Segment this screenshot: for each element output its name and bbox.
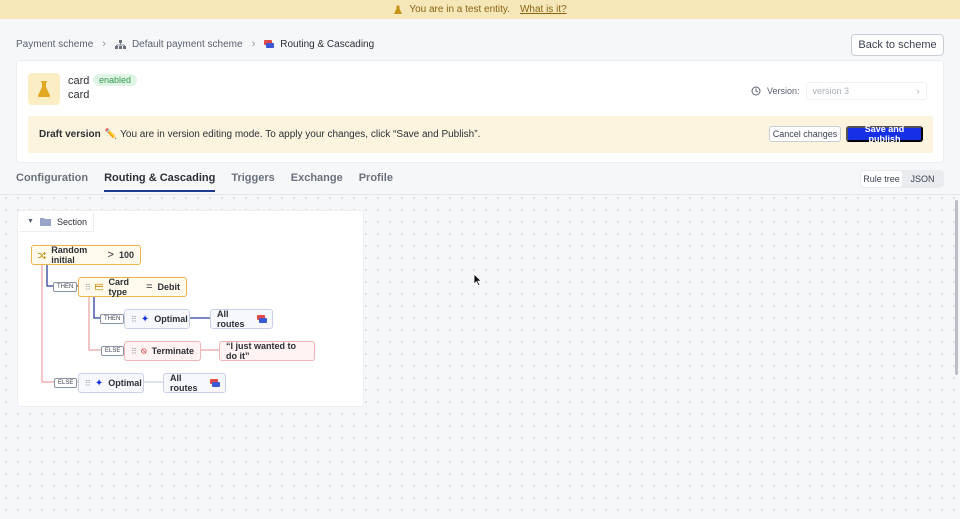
strategy-label: Optimal — [108, 378, 142, 388]
banner-text: You are in a test entity. — [409, 4, 510, 15]
breadcrumb-payment-scheme[interactable]: Payment scheme — [16, 39, 93, 50]
drag-handle-icon[interactable]: ⠿ — [85, 283, 91, 292]
then-tag: THEN — [53, 282, 78, 292]
routes-icon — [264, 40, 275, 48]
draft-message: You are in version editing mode. To appl… — [120, 129, 481, 140]
rule-tree-toggle[interactable]: Rule tree — [861, 171, 902, 187]
drag-handle-icon[interactable]: ⠿ — [131, 347, 137, 356]
strategy-label: Terminate — [151, 346, 194, 356]
version-picker: Version: version 3 › — [751, 82, 927, 100]
routes-label: All routes — [217, 309, 245, 329]
flask-icon — [28, 73, 60, 105]
rule-label: Card type — [108, 277, 129, 297]
scheme-subtitle: card — [68, 89, 90, 101]
chevron-right-icon: › — [102, 38, 106, 50]
tab-profile[interactable]: Profile — [359, 172, 393, 192]
tab-bar: Configuration Routing & Cascading Trigge… — [16, 172, 409, 192]
scrollbar[interactable] — [955, 200, 958, 375]
json-toggle[interactable]: JSON — [902, 171, 943, 187]
routes-label: All routes — [170, 373, 198, 393]
tab-triggers[interactable]: Triggers — [231, 172, 274, 192]
strategy-label: Optimal — [154, 314, 188, 324]
flask-icon — [394, 5, 403, 14]
folder-icon — [39, 218, 51, 226]
chevron-right-icon: › — [916, 86, 920, 96]
routes-icon — [210, 379, 220, 387]
what-is-it-link[interactable]: What is it? — [520, 4, 567, 15]
terminate-message-node[interactable]: “I just wanted to do it” — [219, 341, 315, 361]
drag-handle-icon[interactable]: ⠿ — [131, 315, 137, 324]
strategy-node-optimal[interactable]: ⠿ ✦ Optimal — [124, 309, 190, 329]
draft-title: Draft version — [39, 129, 101, 140]
mouse-cursor-icon — [473, 273, 483, 287]
back-to-scheme-button[interactable]: Back to scheme — [851, 34, 944, 56]
history-icon — [751, 86, 761, 96]
sparkle-icon: ✦ — [94, 377, 104, 389]
view-toggle: Rule tree JSON — [860, 170, 944, 188]
rule-value: Debit — [157, 282, 181, 292]
rule-label: Random initial — [51, 245, 88, 265]
rule-node-card-type[interactable]: ⠿ Card type = Debit — [78, 277, 187, 297]
card-icon — [94, 283, 104, 291]
operator-icon: = — [146, 281, 153, 293]
divider — [0, 194, 960, 195]
save-and-publish-button[interactable]: Save and publish — [846, 124, 923, 144]
else-tag: ELSE — [101, 346, 125, 356]
breadcrumb: Payment scheme › Default payment scheme … — [16, 38, 374, 50]
drag-handle-icon[interactable]: ⠿ — [85, 379, 91, 388]
operator-icon: > — [107, 249, 114, 261]
breadcrumb-current: Routing & Cascading — [280, 38, 375, 50]
version-select[interactable]: version 3 › — [805, 82, 927, 100]
chevron-right-icon: › — [251, 38, 256, 50]
tab-configuration[interactable]: Configuration — [16, 172, 88, 192]
rule-value: 100 — [118, 250, 134, 260]
block-icon — [141, 348, 147, 354]
breadcrumb-default-scheme[interactable]: Default payment scheme — [132, 39, 243, 50]
scheme-name: card — [68, 75, 90, 87]
routes-icon — [257, 315, 267, 323]
strategy-node-optimal-else[interactable]: ⠿ ✦ Optimal — [78, 373, 144, 393]
section-label: Section — [56, 216, 87, 227]
section-header[interactable]: ▼ Section — [19, 212, 94, 232]
scheme-card: card enabled card Version: version 3 › D… — [16, 60, 944, 163]
hierarchy-icon — [114, 39, 126, 49]
then-tag: THEN — [100, 314, 125, 324]
routes-target-node[interactable]: All routes — [210, 309, 273, 329]
tab-routing-cascading[interactable]: Routing & Cascading — [104, 172, 216, 192]
status-badge: enabled — [93, 74, 138, 86]
strategy-node-terminate[interactable]: ⠿ Terminate — [124, 341, 201, 361]
terminate-message: “I just wanted to do it” — [226, 341, 297, 361]
shuffle-icon — [38, 251, 47, 259]
caret-down-icon: ▼ — [27, 218, 34, 225]
rule-node-random-initial[interactable]: Random initial > 100 — [31, 245, 141, 265]
pencil-icon: ✏️ — [104, 129, 118, 140]
sparkle-icon: ✦ — [140, 313, 150, 325]
routes-target-node-else[interactable]: All routes — [163, 373, 226, 393]
cancel-changes-button[interactable]: Cancel changes — [769, 126, 841, 142]
else-tag: ELSE — [54, 378, 78, 388]
version-value: version 3 — [812, 86, 850, 96]
test-entity-banner: You are in a test entity. What is it? — [0, 0, 960, 19]
version-label: Version: — [767, 86, 800, 96]
tab-exchange[interactable]: Exchange — [291, 172, 343, 192]
